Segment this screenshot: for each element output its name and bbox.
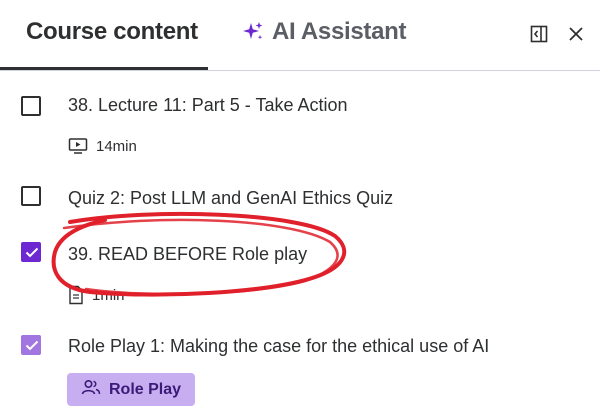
panel-toggle-icon[interactable] xyxy=(529,24,549,44)
curriculum-item-lecture-38[interactable]: 38. Lecture 11: Part 5 - Take Action 14m… xyxy=(0,86,600,166)
video-icon xyxy=(68,137,88,155)
document-icon xyxy=(68,285,84,305)
role-play-button-label: Role Play xyxy=(108,380,182,398)
item-title: Quiz 2: Post LLM and GenAI Ethics Quiz xyxy=(68,188,394,208)
item-duration: 14min xyxy=(96,137,137,155)
item-title: 38. Lecture 11: Part 5 - Take Action xyxy=(68,95,348,115)
sparkle-icon xyxy=(242,21,264,43)
tab-ai-assistant[interactable]: AI Assistant xyxy=(242,18,407,46)
item-title: 39. READ BEFORE Role play xyxy=(68,244,308,264)
active-tab-indicator xyxy=(0,67,208,70)
course-sidebar: Course content AI Assistant 38. Lecture … xyxy=(0,0,600,419)
tab-ai-assistant-label: AI Assistant xyxy=(272,18,407,45)
curriculum-item-quiz-2[interactable]: Quiz 2: Post LLM and GenAI Ethics Quiz xyxy=(0,176,600,220)
item-checkbox-checked[interactable] xyxy=(21,242,41,262)
item-meta: 14min xyxy=(68,137,137,155)
curriculum-item-lecture-39[interactable]: 39. READ BEFORE Role play 1min xyxy=(0,232,600,312)
item-duration: 1min xyxy=(92,286,125,304)
close-icon[interactable] xyxy=(566,24,586,44)
item-checkbox[interactable] xyxy=(21,96,41,116)
sidebar-header: Course content AI Assistant xyxy=(0,0,600,71)
item-checkbox[interactable] xyxy=(21,186,41,206)
item-meta: 1min xyxy=(68,285,125,305)
role-play-button[interactable]: Role Play xyxy=(67,373,195,406)
tab-course-content[interactable]: Course content xyxy=(26,18,198,46)
users-icon xyxy=(81,378,101,401)
item-checkbox-checked[interactable] xyxy=(21,335,41,355)
item-title: Role Play 1: Making the case for the eth… xyxy=(68,336,490,356)
